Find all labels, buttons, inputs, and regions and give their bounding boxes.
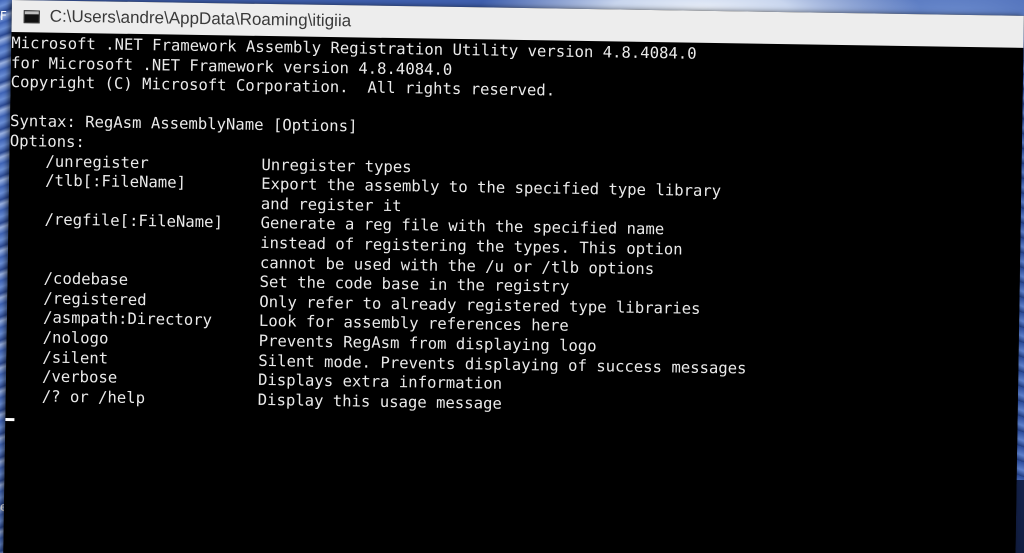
console-icon — [23, 9, 40, 23]
option-name: /? or /help — [41, 387, 146, 407]
desktop-edge-text-top: F — [0, 9, 7, 23]
window-title: C:\Users\andre\AppData\Roaming\itigiia — [49, 6, 352, 31]
option-description: and register it — [260, 194, 402, 215]
console-window[interactable]: C:\Users\andre\AppData\Roaming\itigiia M… — [3, 0, 1024, 553]
option-description: Display this usage message — [257, 390, 502, 413]
text-cursor — [5, 418, 15, 422]
option-description: Unregister types — [261, 155, 412, 176]
console-output[interactable]: Microsoft .NET Framework Assembly Regist… — [3, 33, 1024, 553]
